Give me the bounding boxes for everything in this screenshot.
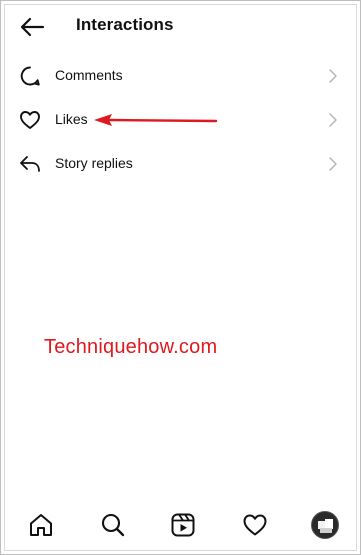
list-item-story-replies[interactable]: Story replies [0, 142, 361, 186]
chevron-right-icon [325, 155, 341, 173]
bottom-nav [0, 500, 361, 550]
list-item-label: Comments [55, 67, 123, 83]
list-item-label: Story replies [55, 155, 133, 171]
list-item-label: Likes [55, 111, 88, 127]
annotation-arrow [94, 114, 218, 126]
back-button[interactable] [16, 13, 48, 41]
nav-activity[interactable] [241, 511, 269, 539]
nav-search[interactable] [99, 511, 127, 539]
profile-avatar [311, 511, 339, 539]
watermark: Techniquehow.com [44, 336, 218, 358]
list-item-comments[interactable]: Comments [0, 54, 361, 98]
header: Interactions [0, 0, 361, 54]
reels-icon [171, 513, 195, 537]
heart-icon [243, 514, 267, 536]
comment-bubble-icon [18, 64, 42, 88]
arrow-left-icon [20, 17, 45, 37]
page-title: Interactions [76, 15, 174, 34]
chevron-right-icon [325, 67, 341, 85]
search-icon [101, 513, 125, 537]
chevron-right-icon [325, 111, 341, 129]
reply-arrow-icon [18, 152, 42, 176]
home-icon [30, 514, 52, 536]
nav-home[interactable] [27, 511, 55, 539]
heart-icon [18, 108, 42, 132]
nav-reels[interactable] [169, 511, 197, 539]
nav-profile[interactable] [311, 511, 339, 539]
